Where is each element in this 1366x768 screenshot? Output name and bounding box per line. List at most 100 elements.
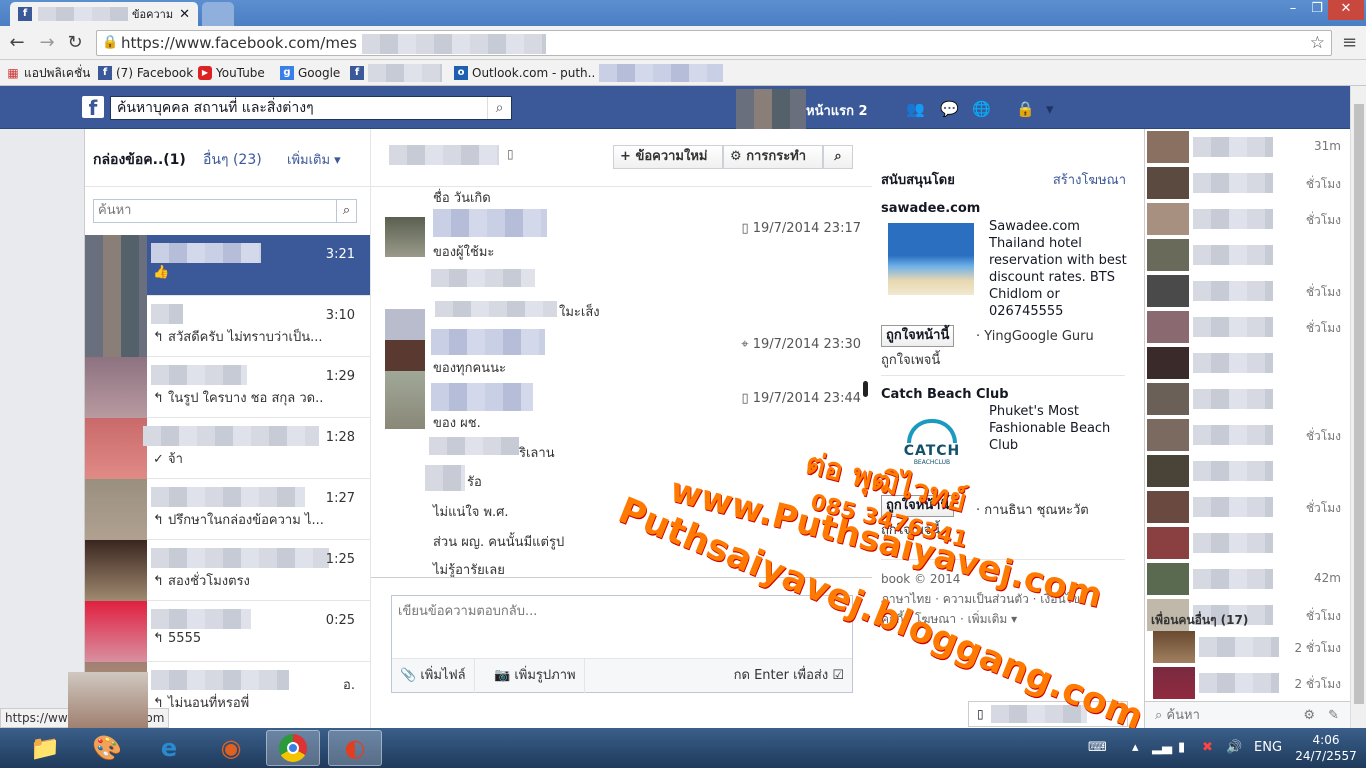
thread-scrollbar[interactable] xyxy=(863,381,868,397)
account-chevron-down-icon[interactable]: ▾ xyxy=(1046,100,1054,118)
chat-friend-row[interactable] xyxy=(1145,525,1351,561)
conversation-search-input[interactable]: ค้นหา ⌕ xyxy=(93,199,357,223)
conversation-name xyxy=(151,365,247,385)
conversation-item[interactable]: 1:28 ✓ จ้า xyxy=(85,418,371,479)
add-file-button[interactable]: 📎 เพิ่มไฟล์ xyxy=(392,659,475,693)
chat-friend-row[interactable]: 2 ชั่วโมง xyxy=(1145,665,1351,701)
avatar xyxy=(1147,527,1189,559)
address-bar[interactable]: 🔒 https://www.facebook.com/mes ☆ xyxy=(96,30,1332,56)
home-link[interactable]: หน้าแรก 2 xyxy=(806,100,868,121)
lock-icon: 🔒 xyxy=(102,35,119,50)
facebook-logo[interactable]: f xyxy=(82,96,104,120)
friend-requests-icon[interactable]: 👥 xyxy=(906,100,925,118)
clock[interactable]: 4:06 24/7/2557 xyxy=(1294,732,1358,764)
scrollbar-thumb[interactable] xyxy=(1354,104,1364,704)
restore-icon[interactable]: ❐ xyxy=(1304,0,1330,20)
menu-icon[interactable]: ≡ xyxy=(1342,32,1357,53)
conversation-item[interactable]: 1:25 ↰ สองชั่วโมงตรง xyxy=(85,540,371,601)
conversation-item[interactable]: 3:21 👍 xyxy=(85,235,371,296)
tab-other[interactable]: อื่นๆ (23) xyxy=(203,149,262,171)
bookmark-google[interactable]: g Google xyxy=(280,64,340,82)
chat-search-input[interactable]: ⌕ ค้นหา ⚙ ✎ xyxy=(1145,701,1351,729)
bookmark-youtube[interactable]: ▶ YouTube xyxy=(198,64,265,82)
conversation-item[interactable]: 0:25 ↰ 5555 xyxy=(85,601,371,662)
reply-input[interactable]: เขียนข้อความตอบกลับ... xyxy=(392,596,852,658)
compose-icon[interactable]: ✎ xyxy=(1328,702,1339,730)
back-icon[interactable]: ← xyxy=(6,32,28,54)
window-close-icon[interactable]: ✕ xyxy=(1328,0,1364,20)
chat-friend-row[interactable] xyxy=(1145,237,1351,273)
reply-box: เขียนข้อความตอบกลับ... 📎 เพิ่มไฟล์ 📷 เพิ… xyxy=(391,595,853,693)
chat-friend-row[interactable] xyxy=(1145,345,1351,381)
bookmark-facebook-2[interactable]: f xyxy=(350,64,442,82)
catch-logo-arc xyxy=(907,419,957,443)
chat-friend-row[interactable]: ชั่วโมง xyxy=(1145,417,1351,453)
internet-explorer-icon[interactable]: e xyxy=(142,730,196,766)
minimize-icon[interactable]: – xyxy=(1280,0,1306,20)
browser-tab-active[interactable]: f ข้อความ ✕ xyxy=(10,2,198,26)
bookmark-apps[interactable]: ▦ แอปพลิเคชั่น xyxy=(6,64,90,82)
chat-friend-row[interactable]: ชั่วโมง xyxy=(1145,273,1351,309)
avatar xyxy=(85,357,147,418)
tab-more[interactable]: เพิ่มเติม ▾ xyxy=(287,149,341,170)
forward-icon[interactable]: → xyxy=(36,32,58,54)
ad-image[interactable] xyxy=(888,223,974,295)
tray-expand-icon[interactable]: ▴ xyxy=(1132,740,1139,755)
chat-friend-row[interactable] xyxy=(1145,381,1351,417)
chat-friend-row[interactable] xyxy=(1145,453,1351,489)
page-scrollbar[interactable] xyxy=(1350,86,1366,728)
avatar xyxy=(1147,491,1189,523)
volume-icon[interactable]: 🔊 xyxy=(1226,740,1242,755)
conversation-item[interactable]: 3:10 ↰ สวัสดีครับ ไม่ทราบว่าเป็น... xyxy=(85,296,371,357)
new-tab-button[interactable] xyxy=(202,2,234,26)
signal-icon[interactable]: ▂▄ xyxy=(1152,740,1172,755)
conversation-item[interactable]: 1:29 ↰ ในรูป ใครบาง ชอ สกุล วด.. xyxy=(85,357,371,418)
file-explorer-icon[interactable]: 📁 xyxy=(18,730,72,766)
conversation-item[interactable]: 1:27 ↰ ปรึกษาในกล่องข้อความ ไ... xyxy=(85,479,371,540)
tab-inbox[interactable]: กล่องข้อค..(1) xyxy=(93,149,186,171)
outlook-icon: o xyxy=(454,66,468,80)
avatar xyxy=(385,371,425,429)
ad-title[interactable]: Catch Beach Club xyxy=(881,387,1009,402)
conversation-time: 1:28 xyxy=(325,430,355,445)
enter-to-send-toggle[interactable]: กด Enter เพื่อส่ง ☑ xyxy=(734,659,844,693)
language-indicator[interactable]: ENG xyxy=(1254,740,1282,755)
avatar xyxy=(385,309,425,371)
notifications-globe-icon[interactable]: 🌐 xyxy=(972,100,991,118)
search-icon[interactable]: ⌕ xyxy=(336,200,356,222)
gear-icon[interactable]: ⚙ xyxy=(1303,702,1315,730)
messages-icon[interactable]: 💬 xyxy=(940,100,959,118)
create-ad-link[interactable]: สร้างโฆษณา xyxy=(1053,169,1126,190)
new-message-button[interactable]: + ข้อความใหม่ xyxy=(613,145,723,169)
chat-friend-row[interactable]: 31m xyxy=(1145,129,1351,165)
actions-button[interactable]: ⚙ การกระทำ xyxy=(723,145,823,169)
screen-recorder-icon[interactable]: ◐ xyxy=(328,730,382,766)
privacy-shortcuts-icon[interactable]: 🔒 xyxy=(1016,100,1035,118)
search-icon[interactable]: ⌕ xyxy=(487,97,511,119)
add-photo-button[interactable]: 📷 เพิ่มรูปภาพ xyxy=(486,659,585,693)
keyboard-icon[interactable]: ⌨ xyxy=(1088,740,1107,755)
chat-friend-row[interactable]: ชั่วโมง xyxy=(1145,165,1351,201)
ad-title[interactable]: sawadee.com xyxy=(881,201,980,216)
paint-icon[interactable]: 🎨 xyxy=(80,730,134,766)
reload-icon[interactable]: ↻ xyxy=(64,32,86,54)
bookmark-facebook[interactable]: f (7) Facebook xyxy=(98,64,193,82)
chat-friend-row[interactable]: 42m xyxy=(1145,561,1351,597)
chat-friend-row[interactable]: ชั่วโมง xyxy=(1145,489,1351,525)
network-error-icon[interactable]: ✖ xyxy=(1202,740,1213,755)
network-icon[interactable]: ▮ xyxy=(1178,740,1185,755)
chat-friend-row[interactable]: ชั่วโมง xyxy=(1145,201,1351,237)
thread-search-button[interactable]: ⌕ xyxy=(823,145,853,169)
firefox-icon[interactable]: ◉ xyxy=(204,730,258,766)
like-page-button[interactable]: ถูกใจหน้านี้ xyxy=(881,325,955,347)
checkbox-icon[interactable]: ☑ xyxy=(832,668,844,683)
chat-friend-row[interactable]: 2 ชั่วโมง xyxy=(1145,629,1351,665)
friend-active-time: ชั่วโมง xyxy=(1305,285,1341,299)
chat-friend-row[interactable]: ชั่วโมง xyxy=(1145,309,1351,345)
bookmark-outlook[interactable]: o Outlook.com - puth.. xyxy=(454,64,724,82)
chrome-icon[interactable] xyxy=(266,730,320,766)
bookmark-star-icon[interactable]: ☆ xyxy=(1310,31,1325,55)
close-tab-icon[interactable]: ✕ xyxy=(179,7,190,22)
friend-name xyxy=(1193,353,1273,373)
facebook-search-input[interactable]: ค้นหาบุคคล สถานที่ และสิ่งต่างๆ ⌕ xyxy=(110,96,512,120)
